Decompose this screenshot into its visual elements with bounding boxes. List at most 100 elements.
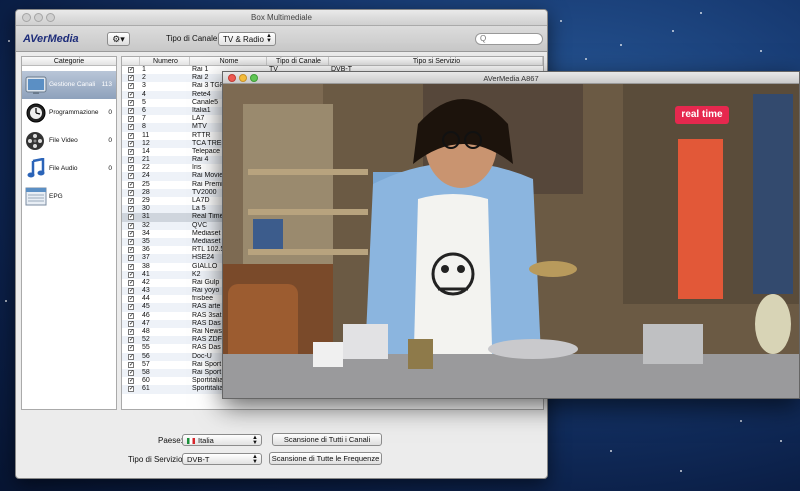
column-header-check[interactable] (122, 57, 140, 65)
row-checkbox[interactable]: ✓ (122, 295, 140, 303)
music-note-icon (27, 158, 45, 178)
checkmark-icon: ✓ (128, 99, 135, 106)
row-checkbox[interactable]: ✓ (122, 271, 140, 279)
row-checkbox[interactable]: ✓ (122, 222, 140, 230)
sidebar-item-file-audio[interactable]: File Audio 0 (22, 155, 116, 183)
row-checkbox[interactable]: ✓ (122, 246, 140, 254)
row-checkbox[interactable]: ✓ (122, 344, 140, 352)
row-checkbox[interactable]: ✓ (122, 328, 140, 336)
row-checkbox[interactable]: ✓ (122, 172, 140, 180)
checkmark-icon: ✓ (128, 75, 135, 82)
cell-numero: 11 (142, 131, 150, 139)
cell-numero: 41 (142, 270, 150, 278)
row-checkbox[interactable]: ✓ (122, 74, 140, 82)
cell-numero: 12 (142, 139, 150, 147)
service-type-select[interactable]: DVB-T ▲ ▼ (182, 453, 262, 465)
clock-icon (26, 103, 46, 123)
row-checkbox[interactable]: ✓ (122, 197, 140, 205)
row-checkbox[interactable]: ✓ (122, 91, 140, 99)
row-checkbox[interactable]: ✓ (122, 123, 140, 131)
row-checkbox[interactable]: ✓ (122, 312, 140, 320)
updown-arrows-icon: ▲ ▼ (252, 435, 258, 446)
realtime-channel-logo: real time (675, 106, 729, 124)
cell-numero: 44 (142, 295, 150, 303)
cell-numero: 60 (142, 377, 150, 385)
cell-numero: 52 (142, 336, 150, 344)
row-checkbox[interactable]: ✓ (122, 156, 140, 164)
tv-video-frame (223, 84, 799, 398)
cell-numero: 61 (142, 385, 150, 393)
row-checkbox[interactable]: ✓ (122, 66, 140, 74)
checkmark-icon: ✓ (128, 198, 135, 204)
checkmark-icon: ✓ (128, 255, 135, 262)
cell-numero: 43 (142, 287, 150, 295)
row-checkbox[interactable]: ✓ (122, 189, 140, 197)
country-select[interactable]: Italia ▲ ▼ (182, 434, 262, 446)
row-checkbox[interactable]: ✓ (122, 148, 140, 156)
sidebar-item-label: Gestione Canali (49, 81, 96, 88)
checkmark-icon: ✓ (128, 132, 135, 139)
column-header-tipo-servizio[interactable]: Tipo si Servizio (329, 57, 543, 65)
row-checkbox[interactable]: ✓ (122, 132, 140, 140)
cell-numero: 57 (142, 360, 150, 368)
row-checkbox[interactable]: ✓ (122, 361, 140, 369)
sidebar-item-gestione-canali[interactable]: Gestione Canali 113 (22, 71, 116, 99)
row-checkbox[interactable]: ✓ (122, 99, 140, 107)
checkmark-icon: ✓ (128, 91, 135, 98)
row-checkbox[interactable]: ✓ (122, 287, 140, 295)
column-header-nome[interactable]: Nome (190, 57, 267, 65)
row-checkbox[interactable]: ✓ (122, 369, 140, 377)
row-checkbox[interactable]: ✓ (122, 254, 140, 262)
row-checkbox[interactable]: ✓ (122, 181, 140, 189)
row-checkbox[interactable]: ✓ (122, 320, 140, 328)
row-checkbox[interactable]: ✓ (122, 164, 140, 172)
cell-numero: 35 (142, 237, 150, 245)
cell-numero: 46 (142, 311, 150, 319)
cell-numero: 37 (142, 254, 150, 262)
scan-all-frequencies-button[interactable]: Scansione di Tutte le Frequenze (269, 452, 382, 465)
video-window[interactable]: AVerMedia A867 real time (222, 71, 800, 399)
channel-type-select[interactable]: TV & Radio ▲ ▼ (218, 32, 276, 46)
row-checkbox[interactable]: ✓ (122, 82, 140, 90)
row-checkbox[interactable]: ✓ (122, 238, 140, 246)
sidebar-item-epg[interactable]: EPG (22, 183, 116, 211)
gear-icon: ⚙▾ (112, 34, 125, 44)
film-reel-icon (26, 132, 44, 150)
row-checkbox[interactable]: ✓ (122, 377, 140, 385)
column-header-tipo-canale[interactable]: Tipo di Canale (267, 57, 329, 65)
row-checkbox[interactable]: ✓ (122, 205, 140, 213)
cell-numero: 25 (142, 180, 150, 188)
cell-numero: 32 (142, 221, 150, 229)
row-checkbox[interactable]: ✓ (122, 279, 140, 287)
cell-numero: 14 (142, 147, 150, 155)
cell-numero: 22 (142, 164, 150, 172)
row-checkbox[interactable]: ✓ (122, 385, 140, 393)
checkmark-icon: ✓ (128, 230, 135, 237)
row-checkbox[interactable]: ✓ (122, 107, 140, 115)
row-checkbox[interactable]: ✓ (122, 303, 140, 311)
column-header-numero[interactable]: Numero (140, 57, 190, 65)
cell-numero: 1 (142, 66, 146, 73)
scan-all-channels-button[interactable]: Scansione di Tutti i Canali (272, 433, 382, 446)
row-checkbox[interactable]: ✓ (122, 336, 140, 344)
sidebar-item-count: 0 (108, 137, 112, 144)
sidebar-item-programmazione[interactable]: Programmazione 0 (22, 99, 116, 127)
row-checkbox[interactable]: ✓ (122, 263, 140, 271)
sidebar-item-file-video[interactable]: File Video 0 (22, 127, 116, 155)
row-checkbox[interactable]: ✓ (122, 140, 140, 148)
row-checkbox[interactable]: ✓ (122, 115, 140, 123)
channel-type-label: Tipo di Canale: (166, 34, 220, 43)
gear-menu-button[interactable]: ⚙▾ (107, 32, 130, 46)
avermedia-logo: AVerMedia (23, 33, 79, 45)
search-input[interactable]: Q (475, 33, 543, 45)
row-checkbox[interactable]: ✓ (122, 353, 140, 361)
checkmark-icon: ✓ (128, 165, 135, 172)
row-checkbox[interactable]: ✓ (122, 213, 140, 221)
toolbar: AVerMedia ⚙▾ Tipo di Canale: TV & Radio … (16, 26, 547, 52)
row-checkbox[interactable]: ✓ (122, 230, 140, 238)
cell-numero: 6 (142, 106, 146, 114)
updown-arrows-icon: ▲ ▼ (266, 33, 272, 44)
checkmark-icon: ✓ (128, 353, 135, 360)
sidebar-item-label: Programmazione (49, 109, 99, 116)
checkmark-icon: ✓ (128, 263, 135, 270)
